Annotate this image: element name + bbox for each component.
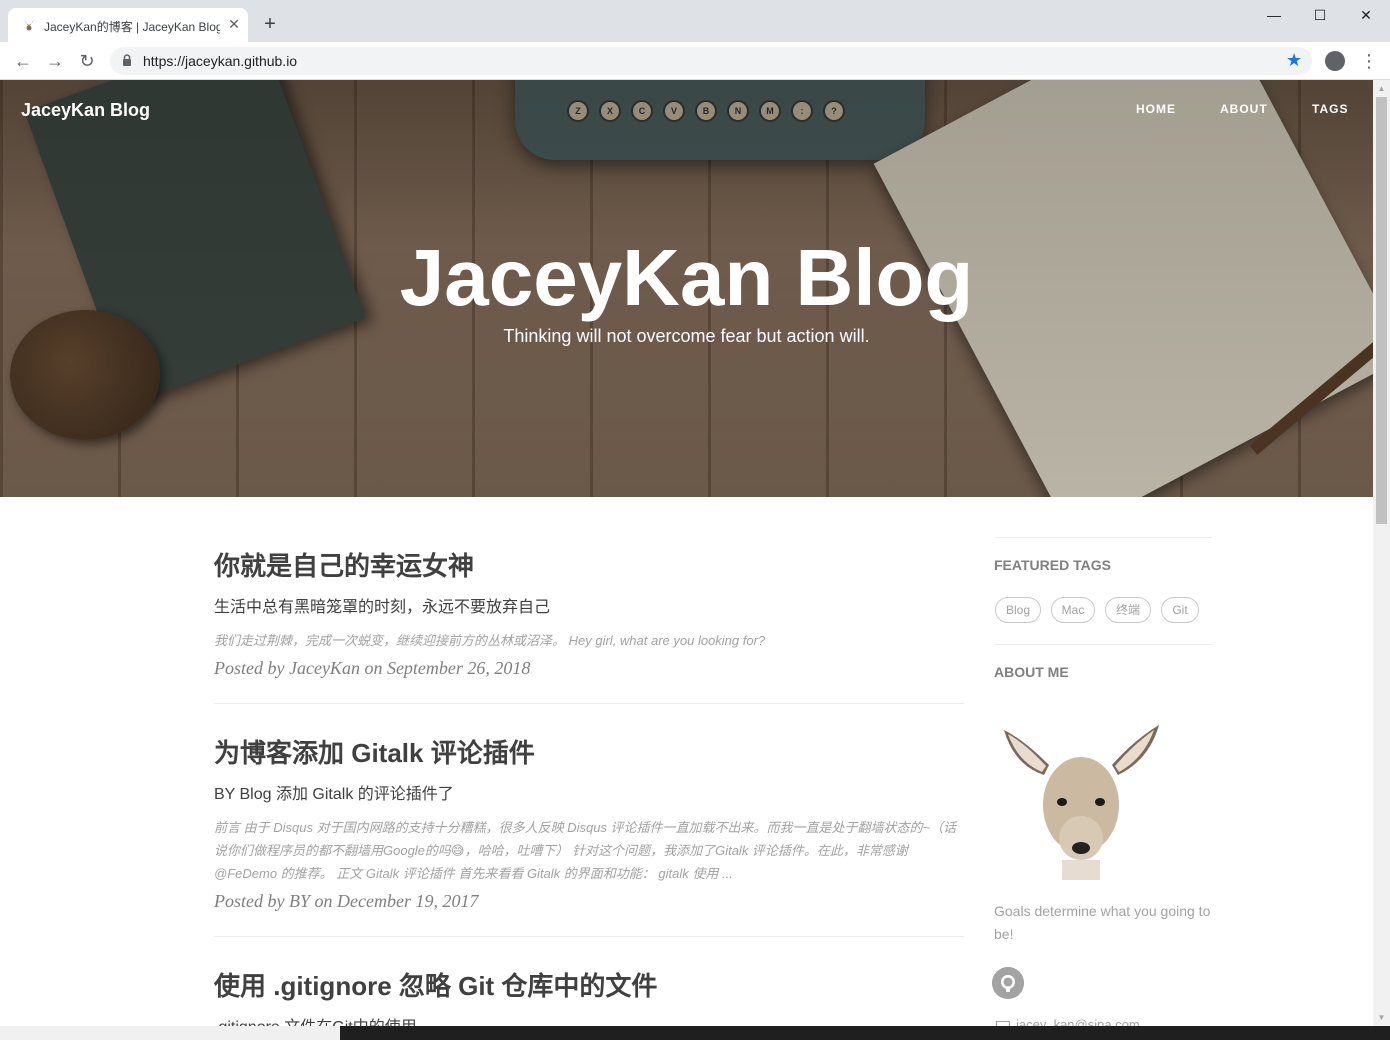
scroll-thumb[interactable] (1376, 97, 1387, 524)
sidebar-divider (994, 537, 1212, 538)
nav-about-link[interactable]: ABOUT (1220, 102, 1268, 116)
post-subtitle[interactable]: BY Blog 添加 Gitalk 的评论插件了 (214, 780, 964, 804)
tag-blog[interactable]: Blog (995, 597, 1041, 623)
post-meta: Posted by JaceyKan on September 26, 2018 (214, 658, 531, 678)
tab-strip: JaceyKan的博客 | JaceyKan Blog ✕ + — ☐ ✕ (0, 0, 1390, 42)
post-preview[interactable]: 为博客添加 Gitalk 评论插件 BY Blog 添加 Gitalk 的评论插… (214, 733, 964, 912)
nav-home-link[interactable]: HOME (1136, 102, 1176, 116)
scroll-down-icon[interactable]: ▼ (1373, 1009, 1390, 1026)
about-me-heading: ABOUT ME (994, 664, 1069, 680)
lock-icon (123, 54, 131, 66)
post-divider (214, 703, 964, 704)
tag-mac[interactable]: Mac (1051, 597, 1095, 623)
tag-git[interactable]: Git (1161, 597, 1199, 623)
nav-tags-link[interactable]: TAGS (1312, 102, 1348, 116)
tag-terminal[interactable]: 终端 (1105, 597, 1151, 623)
email-link[interactable]: jacey_kan@sina.com (996, 1017, 1140, 1026)
hero-subtitle: Thinking will not overcome fear but acti… (503, 326, 870, 346)
sidebar-divider (994, 644, 1212, 645)
post-excerpt: 我们走过荆棘，完成一次蜕变，继续迎接前方的丛林或沼泽。 Hey girl, wh… (214, 633, 766, 648)
email-text[interactable]: jacey_kan@sina.com (1016, 1017, 1140, 1026)
minimize-button[interactable]: — (1260, 6, 1288, 24)
new-tab-button[interactable]: + (260, 14, 280, 34)
browser-toolbar: ← → ↻ https://jaceykan.github.io ★ ⋮ (0, 42, 1390, 80)
close-window-button[interactable]: ✕ (1352, 6, 1380, 24)
page-viewport: Z X C V B N M : ? JaceyKan Blog HOME ABO… (0, 80, 1373, 1026)
post-subtitle[interactable]: 生活中总有黑暗笼罩的时刻，永远不要放弃自己 (214, 593, 964, 617)
post-title[interactable]: 使用 .gitignore 忽略 Git 仓库中的文件 (214, 966, 964, 1003)
back-button[interactable]: ← (12, 50, 34, 72)
post-title[interactable]: 你就是自己的幸运女神 (214, 546, 964, 583)
bookmark-star-icon[interactable]: ★ (1286, 51, 1304, 69)
profile-icon[interactable] (1325, 51, 1345, 71)
scroll-up-icon[interactable]: ▲ (1373, 80, 1390, 97)
address-bar[interactable]: https://jaceykan.github.io ★ (110, 47, 1312, 75)
hero-title: JaceyKan Blog (399, 233, 974, 322)
url-text[interactable]: https://jaceykan.github.io (143, 53, 297, 69)
site-brand-link[interactable]: JaceyKan Blog (21, 100, 150, 121)
featured-tags-heading: FEATURED TAGS (994, 557, 1111, 573)
post-subtitle[interactable]: .gitignore 文件在Git中的使用 (214, 1013, 964, 1026)
post-divider (214, 936, 964, 937)
github-icon[interactable] (992, 967, 1024, 999)
post-excerpt: 前言 由于 Disqus 对于国内网路的支持十分糟糕，很多人反映 Disqus … (214, 820, 957, 881)
hero-header: Z X C V B N M : ? JaceyKan Blog HOME ABO… (0, 80, 1373, 497)
page-scrollbar[interactable]: ▲ ▼ (1373, 80, 1390, 1026)
maximize-button[interactable]: ☐ (1306, 6, 1334, 24)
forward-button[interactable]: → (44, 50, 66, 72)
deer-avatar (1004, 725, 1159, 880)
tab-close-icon[interactable]: ✕ (226, 16, 242, 32)
post-preview[interactable]: 使用 .gitignore 忽略 Git 仓库中的文件 .gitignore 文… (214, 966, 964, 1026)
post-meta: Posted by BY on December 19, 2017 (214, 891, 479, 911)
deer-favicon-icon (24, 19, 34, 31)
browser-menu-icon[interactable]: ⋮ (1360, 51, 1378, 71)
tab-title: JaceyKan的博客 | JaceyKan Blog (44, 20, 220, 34)
taskbar-search-box[interactable] (0, 1026, 340, 1040)
post-preview[interactable]: 你就是自己的幸运女神 生活中总有黑暗笼罩的时刻，永远不要放弃自己 我们走过荆棘，… (214, 546, 964, 679)
post-title[interactable]: 为博客添加 Gitalk 评论插件 (214, 733, 964, 770)
about-me-text: Goals determine what you going to be! (994, 903, 1211, 942)
reload-button[interactable]: ↻ (76, 50, 98, 72)
active-tab[interactable]: JaceyKan的博客 | JaceyKan Blog ✕ (8, 8, 248, 42)
os-taskbar (0, 1026, 1390, 1040)
